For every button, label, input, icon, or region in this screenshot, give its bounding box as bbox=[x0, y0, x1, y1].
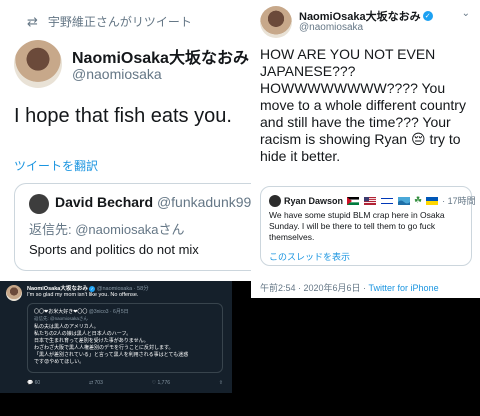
retweet-count: 703 bbox=[94, 380, 103, 386]
retweet-label: 宇野維正さんがリツイート bbox=[47, 15, 192, 29]
quoted-header: Ryan Dawson ☘ · 17時間 bbox=[269, 194, 476, 207]
reply-icon: 💬 bbox=[27, 380, 34, 386]
share-icon: ⇪ bbox=[218, 380, 223, 386]
tweet-card-naomi-fish: ⇄ 宇野維正さんがリツイート NaomiOsaka大坂なおみ ✓ @naomio… bbox=[0, 0, 251, 281]
heart-icon: ♡ bbox=[151, 380, 157, 386]
tweet-source-link[interactable]: Twitter for iPhone bbox=[369, 283, 439, 293]
tweet-text: I hope that fish eats you. bbox=[14, 105, 232, 127]
quoted-line: 私たちの2人の娘は黒人と日本人のハーフ。 bbox=[34, 331, 132, 337]
quoted-name: 〇〇❤お米大好き❤〇〇 bbox=[34, 309, 88, 315]
quoted-line: わざわざ大阪で黒人人権差別のデモを行うことに反対します。 bbox=[34, 345, 174, 351]
quoted-name: David Bechard bbox=[55, 194, 154, 210]
user-handle[interactable]: @naomiosaka bbox=[72, 66, 162, 82]
quoted-header: 〇〇❤お米大好き❤〇〇 @3nico3 · 6月5日 bbox=[34, 308, 129, 315]
retweet-icon: ⇄ bbox=[27, 13, 38, 29]
like-count: 1,776 bbox=[157, 380, 171, 386]
tweet-card-naomi-mom: NaomiOsaka大坂なおみ ✓ @naomiosaka · 58分 I'm … bbox=[0, 281, 232, 393]
quoted-name: Ryan Dawson bbox=[284, 195, 344, 206]
reply-mention: @naomiosakaさん bbox=[75, 222, 185, 237]
quoted-tweet[interactable]: 〇〇❤お米大好き❤〇〇 @3nico3 · 6月5日 返信先: @naomios… bbox=[27, 303, 223, 373]
quoted-avatar bbox=[29, 194, 49, 214]
quoted-time: · 17時間 bbox=[442, 196, 476, 206]
quoted-avatar bbox=[269, 194, 281, 207]
quoted-tweet[interactable]: David Bechard @funkadunk99 返信先: @naomios… bbox=[14, 183, 251, 271]
tweet-card-naomi-racism: NaomiOsaka大坂なおみ ✓ @naomiosaka ⌄ HOW ARE … bbox=[251, 0, 480, 298]
tweet-timestamp[interactable]: 午前2:54 · 2020年6月6日 · bbox=[260, 283, 369, 293]
quoted-text: 私の夫は黒人のアメリカ人。 私たちの2人の娘は黒人と日本人のハーフ。 日本で生ま… bbox=[34, 324, 188, 366]
quoted-author: David Bechard @funkadunk99 bbox=[55, 194, 251, 210]
quoted-line: 「黒人が差別されている」と言って黒人を利用される事はとても迷惑 bbox=[34, 352, 189, 358]
quoted-reply-to: 返信先: @naomiosakaさん bbox=[34, 316, 88, 321]
tweet-text: HOW ARE YOU NOT EVEN JAPANESE??? HOWWWWW… bbox=[260, 46, 474, 165]
quoted-line: 日本で生まれ育って差別を受けた事がありません。 bbox=[34, 338, 149, 344]
quoted-text: We have some stupid BLM crap here in Osa… bbox=[269, 210, 445, 242]
chevron-down-icon[interactable]: ⌄ bbox=[462, 8, 470, 19]
avatar[interactable] bbox=[6, 285, 22, 301]
share-button[interactable]: ⇪ bbox=[219, 380, 223, 386]
translate-tweet-link[interactable]: ツイートを翻訳 bbox=[14, 157, 98, 174]
display-name-text: NaomiOsaka大坂なおみ bbox=[72, 50, 249, 67]
tweet-header: NaomiOsaka大坂なおみ ✓ @naomiosaka · 58分 bbox=[27, 284, 149, 292]
wave-icon bbox=[398, 196, 411, 205]
retweet-button[interactable]: ⇄ 703 bbox=[89, 380, 103, 386]
quoted-tweet[interactable]: Ryan Dawson ☘ · 17時間 We have some stupid… bbox=[260, 186, 476, 266]
reply-prefix: 返信先: bbox=[29, 222, 76, 237]
show-thread-link[interactable]: このスレッドを表示 bbox=[269, 250, 350, 263]
user-handle[interactable]: @naomiosaka bbox=[299, 22, 363, 33]
retweet-indicator: ⇄ 宇野維正さんがリツイート bbox=[27, 13, 192, 30]
flag-israel-icon bbox=[381, 196, 394, 205]
quoted-line: です😡やめてほしい。 bbox=[34, 359, 85, 365]
like-button[interactable]: ♡ 1,776 bbox=[152, 380, 170, 386]
avatar[interactable] bbox=[14, 40, 62, 88]
quoted-line: 私の夫は黒人のアメリカ人。 bbox=[34, 324, 99, 330]
quoted-handle: @3nico3 · 6月5日 bbox=[88, 309, 129, 315]
quoted-handle: @funkadunk99 bbox=[156, 194, 251, 210]
reply-button[interactable]: 💬 60 bbox=[27, 380, 40, 386]
flag-usa-icon bbox=[364, 196, 377, 205]
display-name[interactable]: NaomiOsaka大坂なおみ ✓ bbox=[72, 44, 251, 68]
tweet-actions: 💬 60 ⇄ 703 ♡ 1,776 ⇪ bbox=[27, 380, 223, 386]
flag-palestine-icon bbox=[347, 196, 360, 205]
quoted-text: Sports and politics do not mix bbox=[29, 242, 199, 257]
tweet-text: I'm so glad my mom isn't like you. No of… bbox=[27, 292, 139, 298]
reply-count: 60 bbox=[34, 380, 41, 386]
retweet-icon: ⇄ bbox=[88, 380, 94, 386]
quoted-reply-to: 返信先: @naomiosakaさん bbox=[29, 219, 185, 238]
flag-ukraine-icon bbox=[426, 196, 439, 205]
verified-badge-icon: ✓ bbox=[422, 11, 433, 21]
shamrock-icon: ☘ bbox=[414, 195, 423, 205]
avatar[interactable] bbox=[260, 6, 292, 38]
pensive-emoji: 😔 bbox=[410, 131, 426, 147]
tweet-meta: 午前2:54 · 2020年6月6日 · Twitter for iPhone bbox=[260, 281, 439, 294]
